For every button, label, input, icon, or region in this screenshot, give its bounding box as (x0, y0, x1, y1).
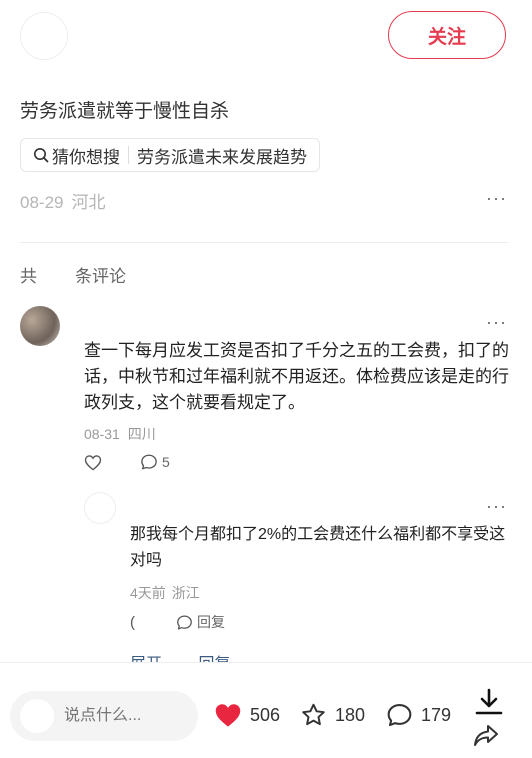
commenter-avatar[interactable] (20, 306, 60, 346)
my-avatar (20, 699, 54, 733)
like-count: 506 (250, 704, 281, 725)
reply-text: 那我每个月都扣了2%的工会费还什么福利都不享受这对吗 (130, 526, 506, 569)
search-suggestion-chip[interactable]: 猜你想搜 劳务派遣未来发展趋势 (20, 138, 320, 172)
chip-separator (128, 146, 129, 164)
comment-input[interactable] (64, 707, 184, 725)
share-icon[interactable] (472, 722, 500, 748)
reply-like-icon[interactable]: ( (130, 614, 170, 631)
comment-text: 查一下每月应发工资是否扣了千分之五的工会费，扣了的话，中秋节和过年福利就不用返还… (84, 341, 509, 412)
author-avatar[interactable] (20, 12, 68, 60)
reply-comment-bubble-icon[interactable] (176, 614, 193, 631)
comment-count: 共 条评论 (20, 262, 126, 287)
post-date: 08-29 (20, 193, 64, 212)
divider (20, 242, 508, 243)
collect-count: 180 (335, 704, 366, 725)
comment-actions: 5 (84, 453, 170, 471)
reply-more-icon[interactable]: ··· (486, 496, 507, 517)
comment-stat[interactable]: 179 (386, 702, 451, 728)
comment-count-suffix: 条评论 (75, 267, 126, 286)
reply-reply-label[interactable]: 回复 (197, 612, 225, 632)
heart-filled-icon[interactable] (214, 702, 242, 728)
reply-location: 浙江 (171, 585, 200, 601)
post-title: 劳务派遣就等于慢性自杀 (20, 101, 230, 122)
comment-reply-count: 5 (162, 454, 170, 470)
like-stat[interactable]: 506 (214, 702, 280, 728)
comment-more-icon[interactable]: ··· (486, 312, 507, 333)
search-chip-prefix: 猜你想搜 (52, 147, 120, 167)
post-meta: 08-29 河北 (20, 188, 105, 213)
post-more-icon[interactable]: ··· (486, 188, 507, 209)
reply-time: 4天前 (130, 585, 166, 601)
comment-icon[interactable] (386, 702, 413, 728)
post-location: 河北 (71, 193, 106, 212)
search-chip-query: 劳务派遣未来发展趋势 (137, 147, 307, 167)
reply-meta: 4天前 浙江 (130, 583, 200, 603)
expand-replies-row[interactable]: 展开 回复 (130, 650, 230, 662)
comment-location: 四川 (127, 426, 156, 442)
collect-stat[interactable]: 180 (300, 702, 365, 728)
heart-outline-icon[interactable] (84, 454, 102, 471)
comment-input-box[interactable] (10, 691, 198, 741)
comment-date: 08-31 (84, 426, 120, 442)
follow-button[interactable]: 关注 (388, 11, 506, 59)
comment-bubble-icon[interactable] (140, 453, 158, 471)
reply-actions: ( 回复 (130, 612, 225, 632)
replier-avatar[interactable] (84, 492, 116, 524)
star-outline-icon[interactable] (300, 702, 327, 728)
search-icon (34, 148, 49, 163)
comment-meta: 08-31 四川 (84, 424, 156, 444)
comment-stat-count: 179 (421, 704, 452, 725)
download-icon[interactable] (474, 688, 504, 716)
comment-count-prefix: 共 (20, 267, 37, 286)
